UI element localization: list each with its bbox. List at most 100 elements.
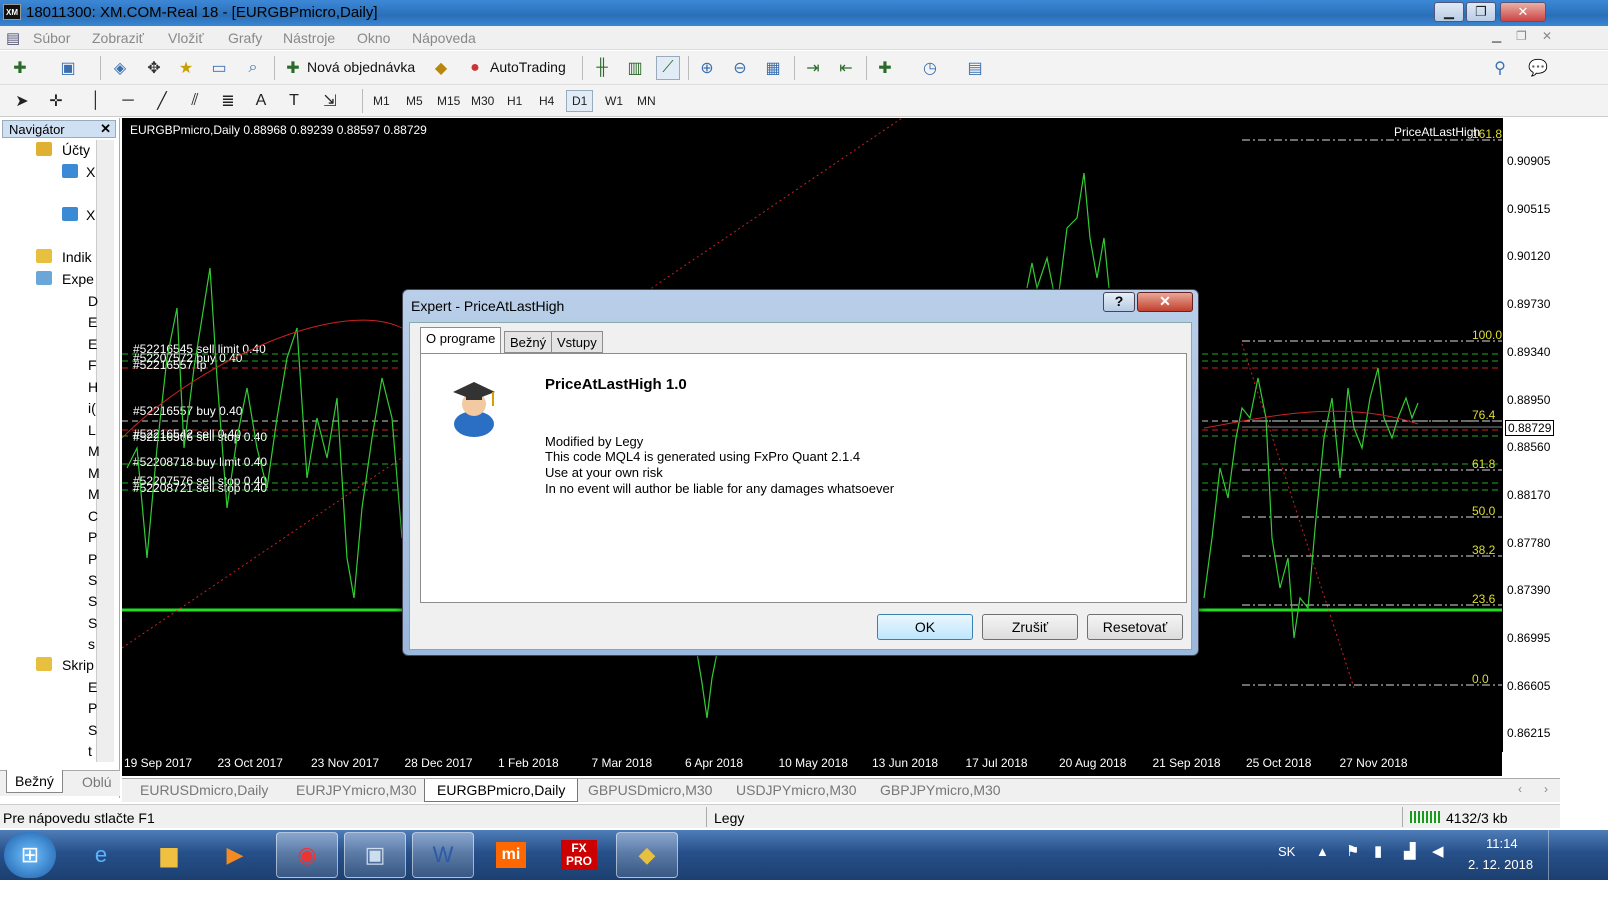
- chart-shift-icon[interactable]: ⇤: [834, 56, 858, 80]
- chat-icon[interactable]: 💬: [1526, 56, 1550, 80]
- nav-script-item[interactable]: E: [88, 679, 97, 695]
- menu-zobrazit[interactable]: Zobraziť: [92, 30, 144, 46]
- nav-script-item[interactable]: S: [88, 722, 97, 738]
- nav-expert-item[interactable]: S: [88, 615, 97, 631]
- ok-button[interactable]: OK: [877, 614, 973, 640]
- nav-expert-item[interactable]: i(: [88, 400, 96, 416]
- chart-tab[interactable]: EURJPYmicro,M30: [296, 782, 417, 798]
- terminal-icon[interactable]: ▭: [207, 56, 231, 80]
- show-desktop-button[interactable]: [1548, 830, 1560, 880]
- templates-icon[interactable]: ▤: [963, 56, 987, 80]
- vertical-line-icon[interactable]: │: [84, 89, 108, 113]
- menu-grafy[interactable]: Grafy: [228, 30, 262, 46]
- tf-m15[interactable]: M15: [437, 94, 460, 108]
- nav-expert-item[interactable]: E: [88, 336, 97, 352]
- menu-napoveda[interactable]: Nápoveda: [412, 30, 476, 46]
- chart-tab[interactable]: USDJPYmicro,M30: [736, 782, 857, 798]
- language-indicator[interactable]: SK: [1278, 844, 1295, 859]
- chart-tab[interactable]: GBPUSDmicro,M30: [588, 782, 712, 798]
- cancel-button[interactable]: Zrušiť: [982, 614, 1078, 640]
- network-icon[interactable]: ▟: [1404, 842, 1416, 860]
- tf-m1[interactable]: M1: [373, 94, 390, 108]
- tf-m5[interactable]: M5: [406, 94, 423, 108]
- autotrading-button[interactable]: AutoTrading: [490, 59, 566, 75]
- new-order-button[interactable]: Nová objednávka: [307, 59, 415, 75]
- tab-o-programe[interactable]: O programe: [420, 327, 502, 354]
- bar-chart-icon[interactable]: ╫: [590, 56, 614, 80]
- navigator-icon[interactable]: ★: [174, 56, 198, 80]
- tf-mn[interactable]: MN: [637, 94, 656, 108]
- tile-windows-icon[interactable]: ▦: [761, 56, 785, 80]
- text-label-icon[interactable]: T: [282, 89, 306, 113]
- mdi-minimize-button[interactable]: ▁: [1492, 29, 1501, 43]
- flag-icon[interactable]: ⚑: [1346, 842, 1359, 860]
- nav-expert-item[interactable]: E: [88, 314, 97, 330]
- fxpro-icon[interactable]: FX PRO: [548, 832, 610, 878]
- mi-app-icon[interactable]: mi: [480, 832, 542, 878]
- dialog-help-button[interactable]: ?: [1103, 292, 1135, 312]
- nav-experts[interactable]: Expe: [62, 271, 94, 287]
- candlestick-icon[interactable]: ▥: [623, 56, 647, 80]
- nav-accounts[interactable]: Účty: [62, 142, 90, 158]
- menu-okno[interactable]: Okno: [357, 30, 390, 46]
- auto-scroll-icon[interactable]: ⇥: [801, 56, 825, 80]
- tf-d1[interactable]: D1: [566, 90, 594, 112]
- minimize-button[interactable]: ▁: [1434, 2, 1464, 22]
- text-icon[interactable]: A: [249, 89, 273, 113]
- line-chart-icon[interactable]: ⟋: [656, 56, 680, 80]
- tf-m30[interactable]: M30: [471, 94, 494, 108]
- fibonacci-icon[interactable]: ≣: [216, 89, 240, 113]
- tabs-scroll-left-icon[interactable]: ‹: [1518, 782, 1522, 796]
- market-watch-icon[interactable]: ◈: [108, 56, 132, 80]
- mdi-document-icon[interactable]: ▤: [6, 29, 20, 47]
- nav-expert-item[interactable]: M: [88, 486, 100, 502]
- arrows-icon[interactable]: ⇲: [318, 89, 342, 113]
- channel-icon[interactable]: ⫽: [183, 89, 207, 113]
- strategy-tester-icon[interactable]: ⌕: [241, 56, 265, 80]
- zoom-in-icon[interactable]: ⊕: [695, 56, 719, 80]
- mdi-close-button[interactable]: ✕: [1542, 29, 1552, 43]
- tf-h4[interactable]: H4: [539, 94, 554, 108]
- navigator-close-icon[interactable]: ✕: [100, 121, 111, 137]
- nav-expert-item[interactable]: C: [88, 508, 98, 524]
- chart-tab-active[interactable]: EURGBPmicro,Daily: [424, 779, 579, 802]
- menu-vlozit[interactable]: Vložiť: [168, 30, 204, 46]
- nav-expert-item[interactable]: M: [88, 443, 100, 459]
- trendline-icon[interactable]: ╱: [150, 89, 174, 113]
- menu-subor[interactable]: Súbor: [33, 30, 70, 46]
- nav-scripts[interactable]: Skrip: [62, 657, 94, 673]
- indicators-icon[interactable]: ✚: [873, 56, 897, 80]
- close-button[interactable]: ✕: [1500, 2, 1546, 22]
- nav-indicators[interactable]: Indik: [62, 249, 92, 265]
- cursor-icon[interactable]: ➤: [10, 89, 34, 113]
- data-window-icon[interactable]: ✥: [142, 56, 166, 80]
- clock-time[interactable]: 11:14: [1486, 836, 1518, 851]
- nav-expert-item[interactable]: M: [88, 465, 100, 481]
- search-icon[interactable]: ⚲: [1488, 56, 1512, 80]
- volume-icon[interactable]: ◀: [1432, 842, 1444, 860]
- nav-script-item[interactable]: P: [88, 700, 97, 716]
- clock-date[interactable]: 2. 12. 2018: [1468, 857, 1533, 872]
- nav-tab-oblubene[interactable]: Oblú: [82, 774, 112, 790]
- chart-tab[interactable]: EURUSDmicro,Daily: [140, 782, 268, 798]
- nav-expert-item[interactable]: L: [88, 422, 96, 438]
- nav-expert-item[interactable]: P: [88, 551, 97, 567]
- nav-script-item[interactable]: t: [88, 743, 92, 759]
- periods-icon[interactable]: ◷: [918, 56, 942, 80]
- tf-w1[interactable]: W1: [605, 94, 623, 108]
- zoom-out-icon[interactable]: ⊖: [728, 56, 752, 80]
- start-button[interactable]: ⊞: [4, 832, 56, 878]
- autotrading-icon[interactable]: ●: [463, 56, 487, 80]
- nav-tab-bezny[interactable]: Bežný: [6, 770, 63, 793]
- crosshair-icon[interactable]: ✛: [44, 89, 68, 113]
- menu-nastroje[interactable]: Nástroje: [283, 30, 335, 46]
- horizontal-line-icon[interactable]: ─: [116, 89, 140, 113]
- maximize-button[interactable]: ❐: [1466, 2, 1496, 22]
- nav-expert-item[interactable]: S: [88, 572, 97, 588]
- reset-button[interactable]: Resetovať: [1087, 614, 1183, 640]
- tab-vstupy[interactable]: Vstupy: [551, 331, 603, 353]
- metaeditor-icon[interactable]: ◆: [429, 56, 453, 80]
- nav-expert-item[interactable]: H: [88, 379, 98, 395]
- internet-explorer-icon[interactable]: e: [70, 832, 132, 878]
- chrome-icon[interactable]: ◉: [276, 832, 338, 878]
